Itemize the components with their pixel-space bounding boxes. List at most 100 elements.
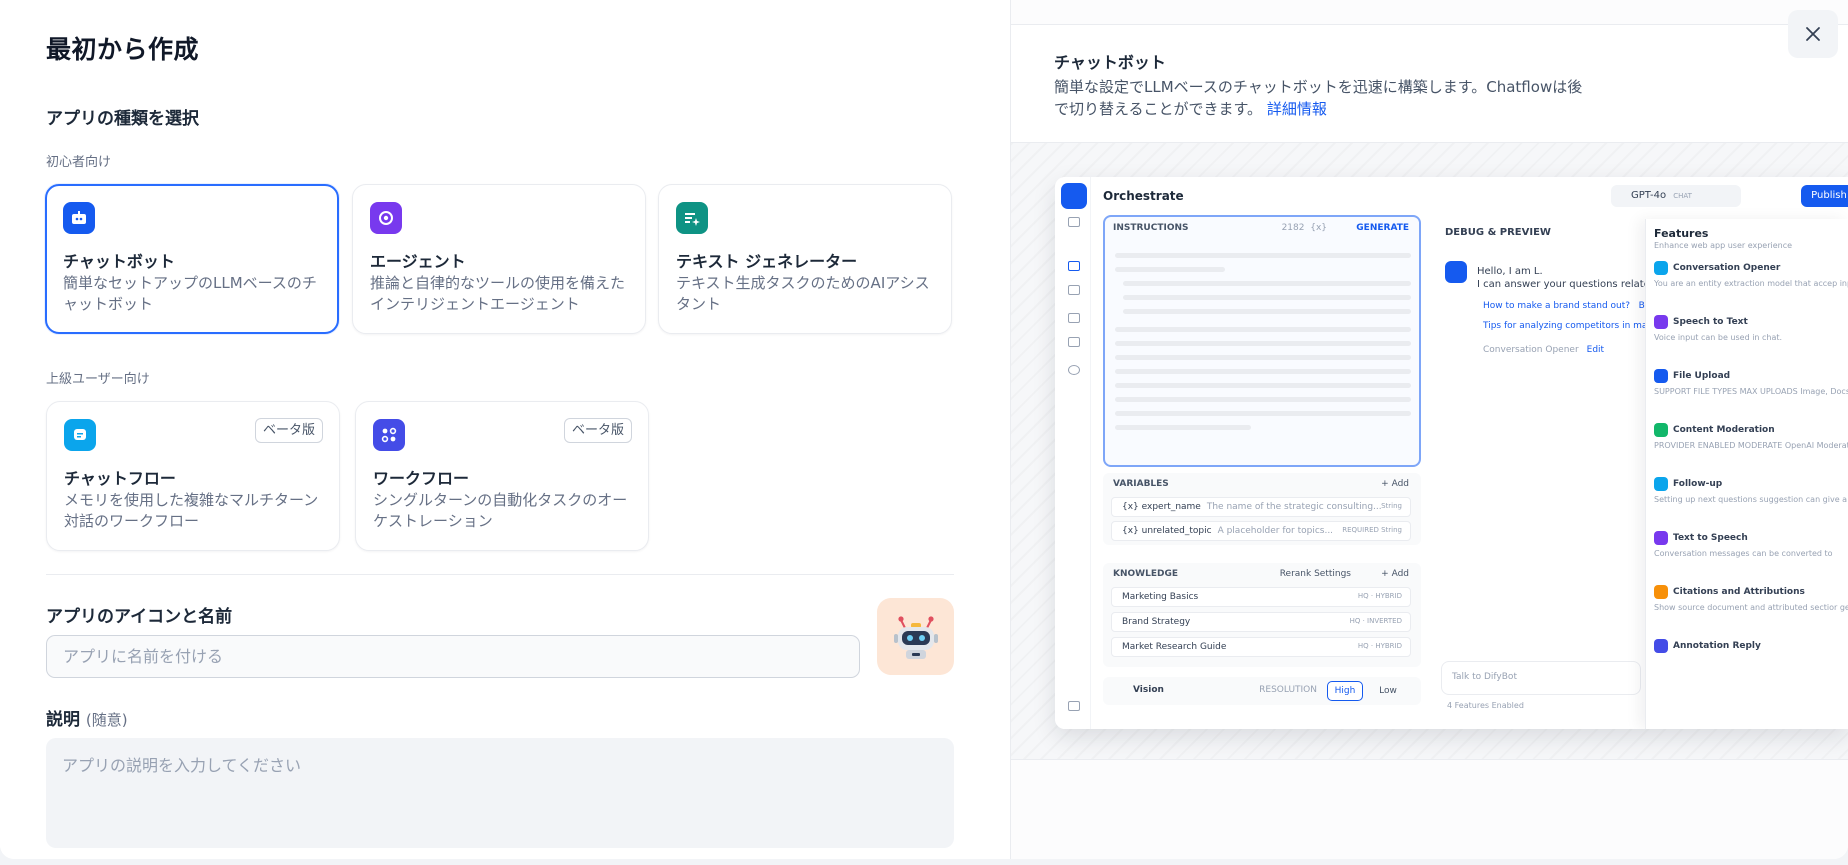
name-field-label: アプリのアイコンと名前 (46, 607, 233, 627)
mock-sidebar (1055, 177, 1091, 729)
mock-feature-item: Text to Speech Conversation messages can … (1654, 531, 1848, 559)
app-type-card-chatflow[interactable]: ベータ版 チャットフロー メモリを使用した複雑なマルチターン対話のワークフロー (46, 401, 340, 551)
mock-text-line (1115, 253, 1411, 258)
mock-knowledge-label: KNOWLEDGE (1113, 569, 1178, 579)
card-description: 簡単なセットアップのLLMベースのチャットボット (63, 274, 317, 313)
mock-feature-icon (1654, 531, 1668, 545)
card-description: シングルターンの自動化タスクのオーケストレーション (373, 491, 628, 530)
card-description: 推論と自律的なツールの使用を備えたインテリジェントエージェント (370, 274, 626, 313)
app-type-card-workflow[interactable]: ベータ版 ワークフロー シングルターンの自動化タスクのオーケストレーション (355, 401, 649, 551)
mock-text-line (1123, 295, 1411, 300)
mock-text-line (1123, 309, 1411, 314)
app-name-input[interactable] (46, 635, 860, 678)
mock-feature-desc: SUPPORT FILE TYPES MAX UPLOADS Image, Do… (1654, 387, 1848, 396)
mock-suggestion-text: How to make a brand stand out? (1483, 301, 1631, 311)
close-icon (1806, 27, 1820, 41)
mock-text-line (1115, 425, 1251, 430)
mock-feature-item: Conversation Opener You are an entity ext… (1654, 261, 1848, 289)
mock-feature-name: File Upload (1673, 371, 1731, 381)
mock-vision-label: Vision (1133, 685, 1164, 695)
mock-variable-type: REQUIRED String (1342, 526, 1402, 534)
mock-model-mode: CHAT (1673, 192, 1692, 200)
app-type-card-agent[interactable]: エージェント 推論と自律的なツールの使用を備えたインテリジェントエージェント (352, 184, 646, 334)
card-description: テキスト生成タスクのためのAIアシスタント (676, 274, 930, 313)
description-label-text: 説明 (46, 710, 80, 730)
mock-model-selector: GPT-4o CHAT (1611, 185, 1741, 207)
mock-feature-desc: Setting up next questions suggestion can… (1654, 495, 1848, 504)
mock-low-option: Low (1379, 686, 1397, 696)
mock-high-option: High (1327, 681, 1363, 701)
mock-knowledge-name: Marketing Basics (1122, 592, 1199, 602)
mock-feature-name: Text to Speech (1673, 533, 1748, 543)
mock-variable-row: {x} expert_name The name of the strategic… (1111, 497, 1411, 517)
mock-feature-icon (1654, 315, 1668, 329)
mock-instructions-label: INSTRUCTIONS (1113, 223, 1189, 233)
beta-badge: ベータ版 (254, 418, 323, 443)
mock-suggestion: Tips for analyzing competitors in marke (1483, 321, 1662, 331)
mock-knowledge-tag: HQ · HYBRID (1357, 592, 1402, 600)
mock-knowledge-name: Brand Strategy (1122, 617, 1191, 627)
mock-text-line (1115, 369, 1411, 374)
preview-footer (1011, 759, 1848, 859)
text-generator-icon (676, 202, 708, 234)
mock-rerank-settings: Rerank Settings (1279, 569, 1351, 579)
chatbot-icon (63, 202, 95, 234)
mock-text-line (1115, 411, 1411, 416)
mock-greeting-line: I can answer your questions related (1477, 279, 1657, 290)
card-title: チャットフロー (64, 469, 176, 488)
mock-features-enabled: 4 Features Enabled (1447, 701, 1524, 710)
beginner-group-label: 初心者向け (46, 155, 112, 170)
mock-publish-button: Publish (1801, 185, 1848, 207)
mock-feature-item: Content Moderation PROVIDER ENABLED MODER… (1654, 423, 1848, 451)
mock-knowledge-tag: HQ · INVERTED (1349, 617, 1402, 625)
mock-feature-name: Content Moderation (1673, 425, 1775, 435)
advanced-group-label: 上級ユーザー向け (46, 372, 150, 387)
mock-monitor-icon (1068, 365, 1080, 375)
mock-feature-icon (1654, 369, 1668, 383)
mock-knowledge-row: Market Research Guide HQ · HYBRID (1111, 637, 1411, 657)
mock-feature-item: Citations and Attributions Show source do… (1654, 585, 1848, 613)
preview-header: チャットボット 簡単な設定でLLMベースのチャットボットを迅速に構築します。Ch… (1011, 24, 1848, 143)
mock-opener-label: Conversation Opener (1483, 345, 1579, 355)
mock-feature-item: Annotation Reply (1654, 639, 1848, 656)
mock-add-knowledge: + Add (1381, 569, 1409, 579)
mock-bot-logo-icon (1061, 183, 1087, 209)
description-field-label: 説明 (随意) (46, 705, 128, 730)
app-type-card-chatbot[interactable]: チャットボット 簡単なセットアップのLLMベースのチャットボット (45, 184, 339, 334)
mock-variable-name: {x} expert_name (1122, 502, 1201, 512)
mock-opener: Conversation Opener Edit (1483, 345, 1604, 355)
mock-var-symbol: {x} (1310, 223, 1327, 233)
mock-text-line (1115, 267, 1225, 272)
mock-debug-title: DEBUG & PREVIEW (1445, 227, 1551, 238)
mock-greeting-line: Hello, I am L. (1477, 266, 1543, 277)
robot-icon (893, 615, 938, 659)
close-button[interactable] (1788, 10, 1838, 58)
mock-text-line (1115, 327, 1411, 332)
section-divider (46, 574, 954, 575)
mock-model-name: GPT-4o (1631, 190, 1667, 201)
mock-knowledge-row: Marketing Basics HQ · HYBRID (1111, 587, 1411, 607)
learn-more-link[interactable]: 詳細情報 (1267, 100, 1327, 118)
mock-features-panel: Features Enhance web app user experience… (1645, 219, 1848, 729)
app-type-heading: アプリの種類を選択 (46, 109, 199, 129)
card-title: エージェント (370, 252, 466, 271)
mock-token-count: 2182 {x} (1282, 223, 1327, 233)
mock-feature-name: Annotation Reply (1673, 641, 1761, 651)
app-type-card-text-generator[interactable]: テキスト ジェネレーター テキスト生成タスクのためのAIアシスタント (658, 184, 952, 334)
mock-text-line (1115, 397, 1411, 402)
form-panel: 最初から作成 アプリの種類を選択 初心者向け チャットボット 簡単なセットアップ… (0, 0, 1010, 859)
card-title: テキスト ジェネレーター (676, 252, 858, 271)
app-icon-picker[interactable] (877, 598, 954, 675)
mock-feature-icon (1654, 477, 1668, 491)
mock-feature-name: Citations and Attributions (1673, 587, 1805, 597)
mock-vision-row: Vision RESOLUTION High Low (1103, 677, 1421, 705)
mock-knowledge-panel: KNOWLEDGE Rerank Settings + Add Marketin… (1103, 563, 1421, 667)
mock-text-line (1123, 281, 1411, 286)
mock-chat-input: Talk to DifyBot (1441, 661, 1641, 695)
mock-resolution-label: RESOLUTION (1259, 685, 1317, 695)
mock-feature-name: Follow-up (1673, 479, 1723, 489)
mock-title: Orchestrate (1103, 189, 1184, 203)
mock-orchestrate-icon (1068, 261, 1080, 271)
app-description-input[interactable] (46, 738, 954, 848)
workflow-icon (373, 419, 405, 451)
